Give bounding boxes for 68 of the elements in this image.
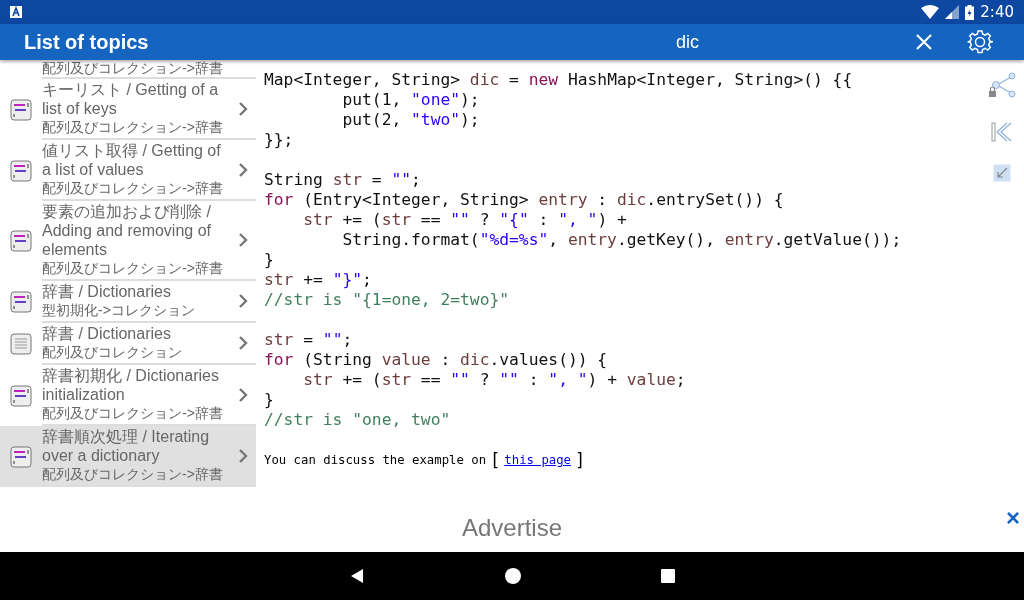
chevron-right-icon (238, 447, 248, 464)
topic-item[interactable]: 辞書順次処理 / Iterating over a dictionary 配列及びコレクション->辞書 (0, 426, 256, 487)
skip-to-start-icon[interactable] (991, 122, 1013, 142)
code-line: str += "}"; (264, 270, 373, 290)
code-file-icon (10, 384, 32, 407)
discussion-text: You can discuss the example on (264, 453, 487, 467)
topic-path: 配列及びコレクション->辞書 (42, 118, 224, 137)
chevron-right-icon (238, 335, 248, 351)
chevron-right-icon (238, 232, 248, 248)
chevron-right-icon (238, 293, 248, 309)
app-notification-icon (10, 6, 22, 18)
signal-icon (945, 5, 960, 19)
topic-path: 配列及びコレクション->辞書 (42, 60, 223, 77)
code-line: for (String value : dic.values()) { (264, 350, 609, 370)
topic-title: キーリスト / Getting of a list of keys (42, 80, 220, 118)
code-file-icon (10, 291, 32, 313)
topic-path: 配列及びコレクション (42, 343, 183, 362)
topic-title: 値リスト取得 / Getting of a list of values (42, 141, 222, 179)
code-line: } (264, 390, 275, 410)
topic-path: 配列及びコレクション->辞書 (42, 259, 224, 278)
topic-title: 辞書 / Dictionaries (42, 282, 172, 301)
bracket: ] (575, 450, 586, 470)
code-line: put(1, "one"); (341, 90, 481, 110)
topic-path: 配列及びコレクション->辞書 (42, 404, 224, 423)
chevron-right-icon (238, 100, 248, 117)
home-icon[interactable] (505, 568, 521, 584)
document-icon (10, 333, 32, 355)
code-line: Map<Integer, String> dic = new HashMap<Integer, String>() {{ (264, 70, 854, 90)
code-line: str += (str == "" ? "{" : ", ") + (302, 210, 628, 230)
app-title: List of topics (24, 30, 150, 54)
battery-charging-icon (965, 4, 975, 20)
code-line: //str is "{1=one, 2=two}" (264, 290, 511, 310)
topic-item[interactable]: 辞書 / Dictionaries 配列及びコレクション (0, 323, 256, 365)
back-icon[interactable] (349, 568, 365, 584)
advertisement-label: Advertise (461, 514, 562, 542)
topic-title: 辞書 / Dictionaries (42, 324, 172, 343)
code-file-icon (10, 230, 32, 252)
topic-item[interactable]: 辞書 / Dictionaries 型初期化->コレクション (0, 281, 256, 323)
code-line: put(2, "two"); (341, 110, 481, 130)
discussion-link[interactable]: this page (504, 453, 571, 467)
topic-title: 要素の追加および削除 / Adding and removing of elements (42, 202, 212, 259)
topic-path: 配列及びコレクション->辞書 (42, 465, 224, 484)
code-line: str = ""; (264, 330, 354, 350)
code-line: String.format("%d=%s", entry.getKey(), entry.getValue()); (341, 230, 903, 250)
topic-path: 配列及びコレクション->辞書 (42, 179, 224, 198)
topic-item[interactable]: 要素の追加および削除 / Adding and removing of elements 配列及びコレクション->辞書 (0, 201, 256, 281)
chevron-right-icon (238, 161, 248, 178)
topic-title: 辞書順次処理 / Iterating over a dictionary (42, 427, 211, 465)
topic-title: 辞書初期化 / Dictionaries initialization (42, 366, 220, 404)
share-lock-icon[interactable] (988, 72, 1016, 100)
topic-item[interactable]: キーリスト / Getting of a list of keys 配列及びコレクション->辞書 (0, 79, 256, 140)
topic-path: 型初期化->コレクション (42, 301, 196, 320)
code-line: } (264, 250, 275, 270)
code-line: for (Entry<Integer, String> entry : dic.entrySet()) { (264, 190, 785, 210)
close-ad-button[interactable]: × (1006, 508, 1020, 528)
chevron-right-icon (238, 386, 248, 403)
topic-item[interactable]: 値リスト取得 / Getting of a list of values 配列及びコレクション->辞書 (0, 140, 256, 201)
code-file-icon (10, 159, 32, 182)
code-line: }}; (264, 130, 295, 150)
bracket: [ (490, 450, 501, 470)
code-file-icon (10, 98, 32, 121)
code-line: //str is "one, two" (264, 410, 452, 430)
code-file-icon (10, 445, 32, 468)
status-time: 2:40 (980, 3, 1014, 21)
search-field[interactable]: dic (624, 31, 884, 53)
wifi-icon (921, 5, 940, 19)
code-line: str += (str == "" ? "" : ", ") + value; (302, 370, 687, 390)
code-line: String str = ""; (264, 170, 422, 190)
